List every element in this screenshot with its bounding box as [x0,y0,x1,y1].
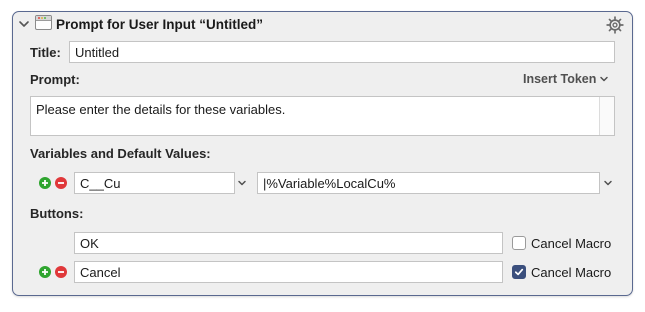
minus-circle-icon[interactable] [55,266,67,278]
prompt-textarea[interactable]: Please enter the details for these varia… [30,96,615,136]
checkmark-icon [514,268,524,276]
variable-name-field[interactable]: C__Cu [74,172,235,194]
insert-token-label: Insert Token [523,72,597,86]
prompt-action-panel: Prompt for User Input “Untitled” Title: … [12,11,633,296]
cancel-macro-checkbox[interactable] [512,265,526,279]
textarea-scrollbar[interactable] [599,97,614,135]
gear-icon[interactable] [606,16,624,34]
cancel-macro-label: Cancel Macro [531,265,612,280]
prompt-label: Prompt: [30,72,80,87]
insert-token-menu[interactable]: Insert Token [523,72,609,86]
variables-label: Variables and Default Values: [30,146,211,161]
prompt-text: Please enter the details for these varia… [36,102,286,117]
minus-circle-icon[interactable] [55,177,67,189]
title-label: Title: [30,45,61,60]
title-field[interactable]: Untitled [69,41,615,63]
chevron-down-icon[interactable] [237,178,247,188]
button-name-field[interactable]: Cancel [74,261,503,283]
action-title: Prompt for User Input “Untitled” [56,17,263,32]
chevron-down-icon[interactable] [18,18,30,30]
window-icon [35,15,52,30]
plus-circle-icon[interactable] [39,177,51,189]
cancel-macro-label: Cancel Macro [531,236,612,251]
cancel-macro-checkbox[interactable] [512,236,526,250]
variable-default-field[interactable]: |%Variable%LocalCu% [257,172,600,194]
chevron-down-icon [600,76,609,82]
button-name-field[interactable]: OK [74,232,503,254]
chevron-down-icon[interactable] [603,178,613,188]
plus-circle-icon[interactable] [39,266,51,278]
buttons-label: Buttons: [30,206,84,221]
